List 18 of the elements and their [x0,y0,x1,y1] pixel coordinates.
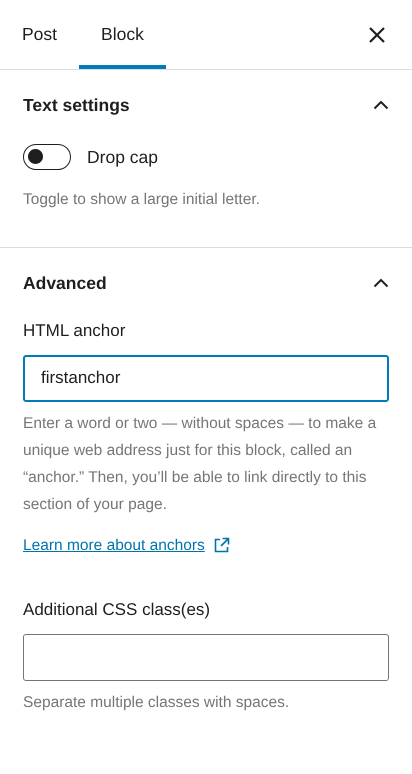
toggle-switch[interactable] [23,144,71,170]
toggle-label: Drop cap [87,146,158,169]
chevron-up-icon [373,278,389,288]
help-text: Enter a word or two — without spaces — to make a unique web address just for this block, called an “anchor.” Then, you’ll be able to link directly to this section of your page. [23,414,378,515]
close-icon [368,26,386,44]
chevron-up-icon [373,100,389,110]
learn-more-link[interactable]: Learn more about anchors [23,534,205,557]
sidebar-tab[interactable]: Post [0,0,80,69]
field-label: HTML anchor [23,320,126,342]
external-link-icon [212,536,230,554]
field-label: Additional CSS class(es) [23,599,212,621]
text-field[interactable]: firstanchor [23,354,389,402]
sidebar-tab[interactable]: Block [79,0,166,69]
help-text: Toggle to show a large initial letter. [23,190,261,210]
text-field[interactable] [23,634,389,680]
help-text: Separate multiple classes with spaces. [23,692,290,712]
panel-header[interactable]: Text settings [23,70,389,140]
panel-header[interactable]: Advanced [23,248,389,318]
